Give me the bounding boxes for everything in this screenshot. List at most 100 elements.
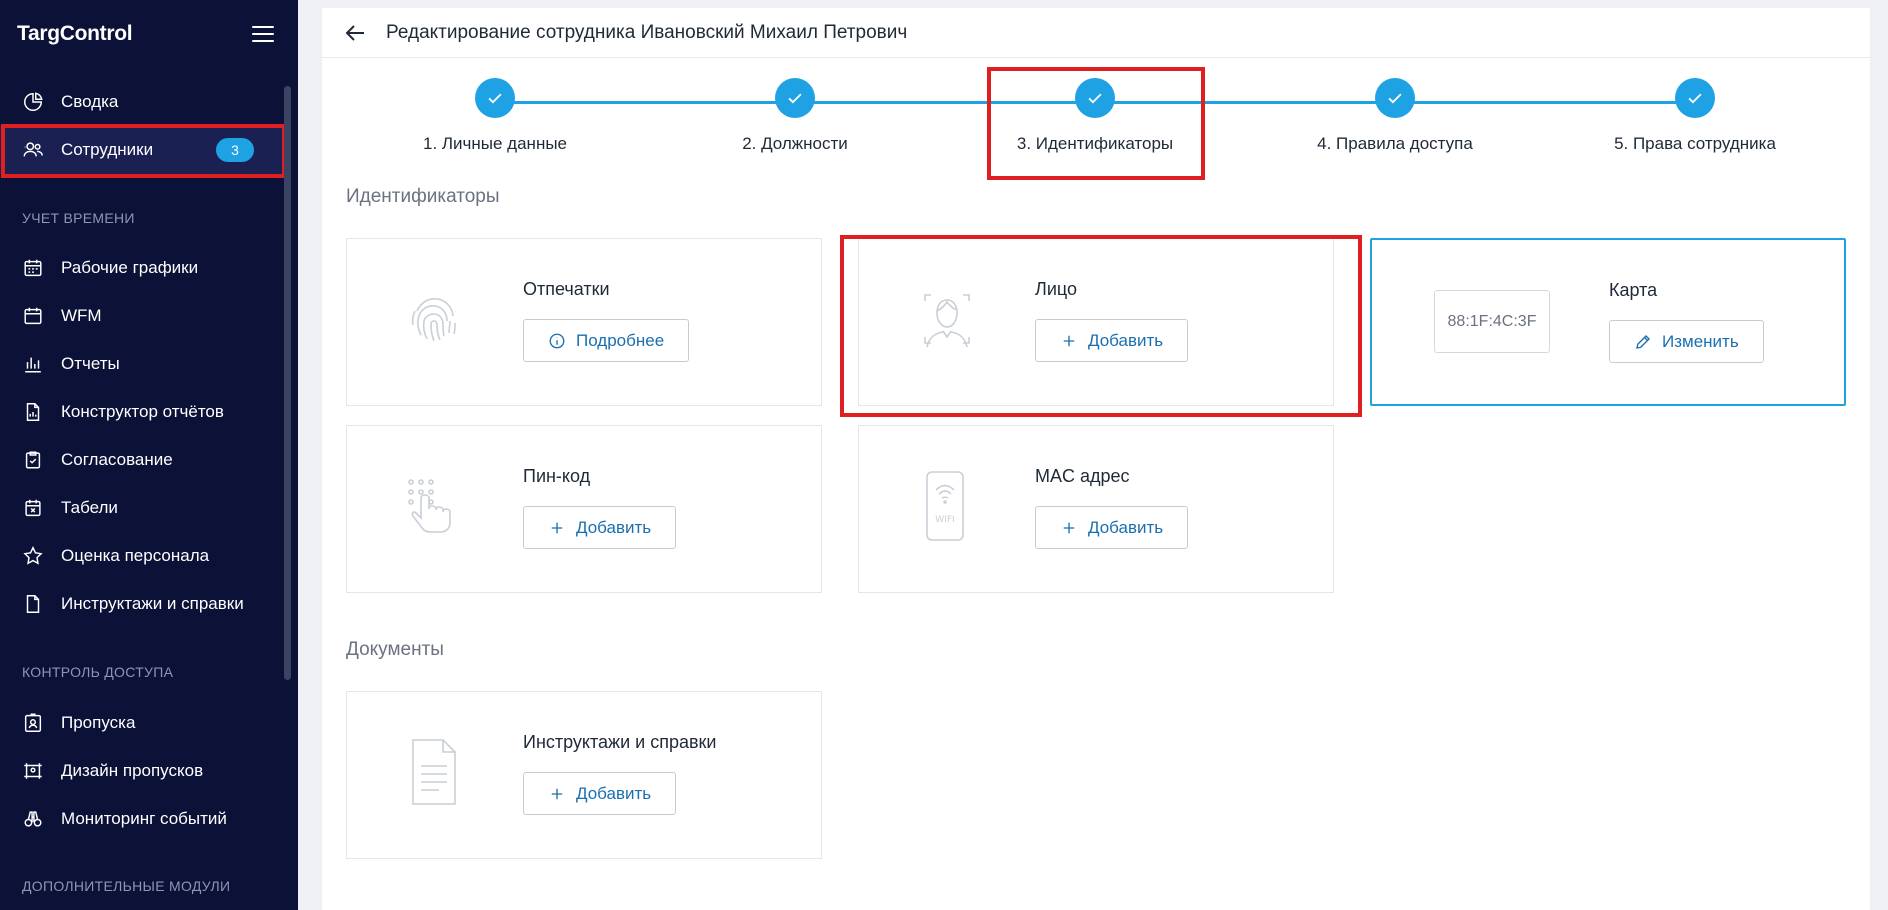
step-label: 4. Правила доступа (1317, 134, 1473, 153)
step-label: 3. Идентификаторы (1016, 134, 1174, 153)
sidebar-item-report-builder[interactable]: Конструктор отчётов (0, 388, 284, 436)
check-icon (775, 78, 815, 118)
sidebar-item-staff-rating[interactable]: Оценка персонала (0, 532, 284, 580)
info-icon (549, 333, 565, 348)
step-positions[interactable]: 2. Должности (645, 78, 945, 154)
sidebar-item-pass-design[interactable]: Дизайн пропусков (0, 747, 284, 795)
identifier-card-card[interactable]: 88:1F:4C:3F Карта Изменить (1370, 238, 1846, 406)
sidebar-item-label: Оценка персонала (61, 546, 210, 565)
sidebar-item-wfm[interactable]: WFM (0, 292, 284, 340)
sidebar-scrollbar[interactable] (284, 86, 291, 680)
sidebar-item-timesheets[interactable]: Табели (0, 484, 284, 532)
section-title-access: КОНТРОЛЬ ДОСТУПА (22, 664, 174, 680)
card-edit-button[interactable]: Изменить (1609, 320, 1764, 363)
sidebar-item-label: Рабочие графики (61, 258, 199, 277)
sidebar-item-label: Отчеты (61, 354, 120, 373)
briefings-add-button[interactable]: Добавить (523, 772, 677, 815)
card-title: Лицо (1035, 279, 1077, 299)
section-title-extra: ДОПОЛНИТЕЛЬНЫЕ МОДУЛИ (22, 878, 231, 894)
step-label: 2. Должности (742, 134, 848, 153)
sidebar-item-label: Мониторинг событий (61, 809, 227, 828)
sidebar-item-briefings[interactable]: Инструктажи и справки (0, 580, 284, 628)
button-label: Добавить (576, 783, 652, 803)
sidebar-item-label: Конструктор отчётов (61, 402, 224, 421)
keypad-touch-icon (397, 470, 469, 542)
clipboard-check-icon (22, 449, 44, 471)
section-title-time: УЧЕТ ВРЕМЕНИ (22, 210, 135, 226)
mac-add-button[interactable]: Добавить (1035, 506, 1189, 549)
step-access-rules[interactable]: 4. Правила доступа (1245, 78, 1545, 154)
sidebar-item-work-schedules[interactable]: Рабочие графики (0, 244, 284, 292)
document-icon (22, 593, 44, 615)
brand-logo[interactable]: TargControl (17, 22, 133, 46)
fingerprints-details-button[interactable]: Подробнее (523, 319, 690, 362)
sidebar-item-employees[interactable]: Сотрудники 3 (0, 126, 284, 174)
identifier-card-pin: Пин-код Добавить (346, 425, 822, 593)
button-label: Добавить (1088, 330, 1164, 350)
sidebar-item-label: WFM (61, 306, 102, 325)
card-title: Отпечатки (523, 279, 610, 299)
check-icon (1075, 78, 1115, 118)
button-label: Изменить (1662, 331, 1739, 351)
sidebar-item-event-monitoring[interactable]: Мониторинг событий (0, 795, 284, 843)
pencil-icon (1636, 334, 1650, 349)
page-header: Редактирование сотрудника Ивановский Мих… (322, 8, 1870, 58)
card-title: MAC адрес (1035, 466, 1130, 486)
plus-icon (551, 522, 563, 533)
sidebar-item-label: Дизайн пропусков (61, 761, 204, 780)
back-arrow-icon[interactable] (344, 21, 368, 45)
sidebar-item-approval[interactable]: Согласование (0, 436, 284, 484)
calendar-icon (22, 305, 44, 327)
plus-icon (551, 788, 563, 799)
calendar-x-icon (22, 497, 44, 519)
pie-chart-icon (22, 91, 44, 113)
report-builder-icon (22, 401, 44, 423)
sidebar: TargControl Сводка Сотрудники 3 УЧЕТ ВРЕ… (0, 0, 298, 910)
phone-wifi-icon: WIFI (909, 470, 981, 542)
document-lines-icon (397, 736, 469, 808)
sidebar-item-passes[interactable]: Пропуска (0, 699, 284, 747)
step-label: 1. Личные данные (422, 134, 568, 153)
star-icon (22, 545, 44, 567)
badge-design-icon (22, 760, 44, 782)
pin-add-button[interactable]: Добавить (523, 506, 677, 549)
sidebar-item-summary[interactable]: Сводка (0, 78, 284, 126)
step-employee-rights[interactable]: 5. Права сотрудника (1545, 78, 1845, 154)
step-label: 5. Права сотрудника (1614, 134, 1776, 153)
employees-count-badge: 3 (216, 138, 254, 162)
sidebar-item-label: Пропуска (61, 713, 136, 732)
step-personal-data[interactable]: 1. Личные данные (345, 78, 645, 154)
users-icon (22, 139, 44, 161)
card-title: Инструктажи и справки (523, 732, 717, 752)
button-label: Добавить (576, 517, 652, 537)
documents-section-title: Документы (346, 639, 444, 660)
card-title: Пин-код (523, 466, 591, 486)
check-icon (1675, 78, 1715, 118)
card-id-value: 88:1F:4C:3F (1434, 290, 1550, 353)
icon-caption: WIFI (935, 515, 954, 525)
fingerprint-icon (397, 283, 469, 355)
identifier-card-face: Лицо Добавить (858, 238, 1334, 406)
check-icon (475, 78, 515, 118)
sidebar-item-label: Табели (61, 498, 118, 517)
identifier-card-fingerprints: Отпечатки Подробнее (346, 238, 822, 406)
button-label: Подробнее (576, 330, 665, 350)
sidebar-item-label: Согласование (61, 450, 173, 469)
card-title: Карта (1609, 280, 1658, 300)
check-icon (1375, 78, 1415, 118)
binoculars-icon (22, 808, 44, 830)
face-scan-icon (911, 283, 983, 355)
calendar-grid-icon (22, 257, 44, 279)
sidebar-item-reports[interactable]: Отчеты (0, 340, 284, 388)
page-title: Редактирование сотрудника Ивановский Мих… (386, 21, 908, 43)
main-panel: Редактирование сотрудника Ивановский Мих… (322, 8, 1870, 910)
plus-icon (1063, 522, 1075, 533)
bar-chart-icon (22, 353, 44, 375)
face-add-button[interactable]: Добавить (1035, 319, 1189, 362)
identifiers-section-title: Идентификаторы (346, 186, 500, 207)
step-identifiers[interactable]: 3. Идентификаторы (945, 78, 1245, 154)
hamburger-menu-icon[interactable] (252, 26, 274, 42)
badge-icon (22, 712, 44, 734)
plus-icon (1063, 335, 1075, 346)
sidebar-item-label: Сотрудники (61, 140, 154, 159)
